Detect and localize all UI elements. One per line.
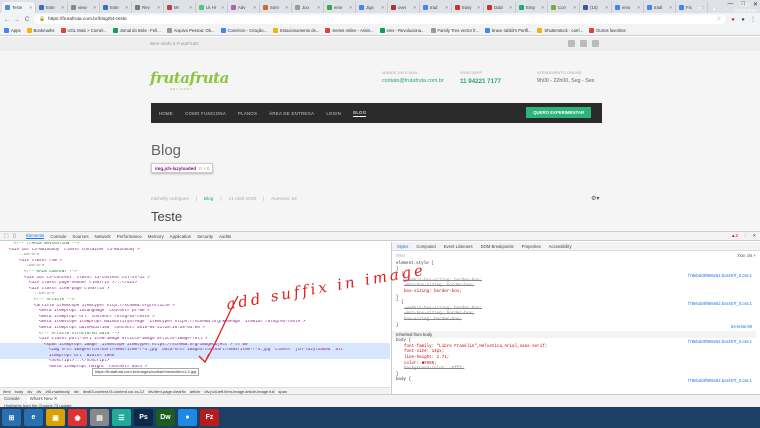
taskbar-app-icon[interactable]: Fz — [200, 409, 219, 426]
clock[interactable]: 11:27 22/04/2019 — [734, 2, 756, 14]
windows-taskbar: ⊞ e ▣ ◉ ▤ ☰ Ps Dw ● Fz — [0, 407, 760, 428]
taskbar-app-icon[interactable]: ⊞ — [2, 409, 21, 426]
annotation-arrow-head — [198, 353, 210, 364]
language-indicator[interactable]: PT — [699, 6, 705, 11]
taskbar-app-icon[interactable]: ☰ — [112, 409, 131, 426]
clock-date: 22/04/2019 — [734, 8, 756, 13]
taskbar-app-icon[interactable]: Dw — [156, 409, 175, 426]
taskbar-app-icon[interactable]: Ps — [134, 409, 153, 426]
volume-icon[interactable]: ♪ — [724, 6, 726, 11]
taskbar-app-icon[interactable]: ◉ — [68, 409, 87, 426]
network-icon[interactable]: ▲ — [712, 6, 716, 11]
system-tray: PT ▲ ♪ 11:27 22/04/2019 — [699, 2, 756, 14]
taskbar-app-icon[interactable]: ▣ — [46, 409, 65, 426]
annotation-arrow — [198, 295, 239, 364]
taskbar-app-icon[interactable]: e — [24, 409, 43, 426]
taskbar-app-icon[interactable]: ▤ — [90, 409, 109, 426]
annotation-arrow-line — [204, 295, 239, 363]
taskbar-app-icon[interactable]: ● — [178, 409, 197, 426]
